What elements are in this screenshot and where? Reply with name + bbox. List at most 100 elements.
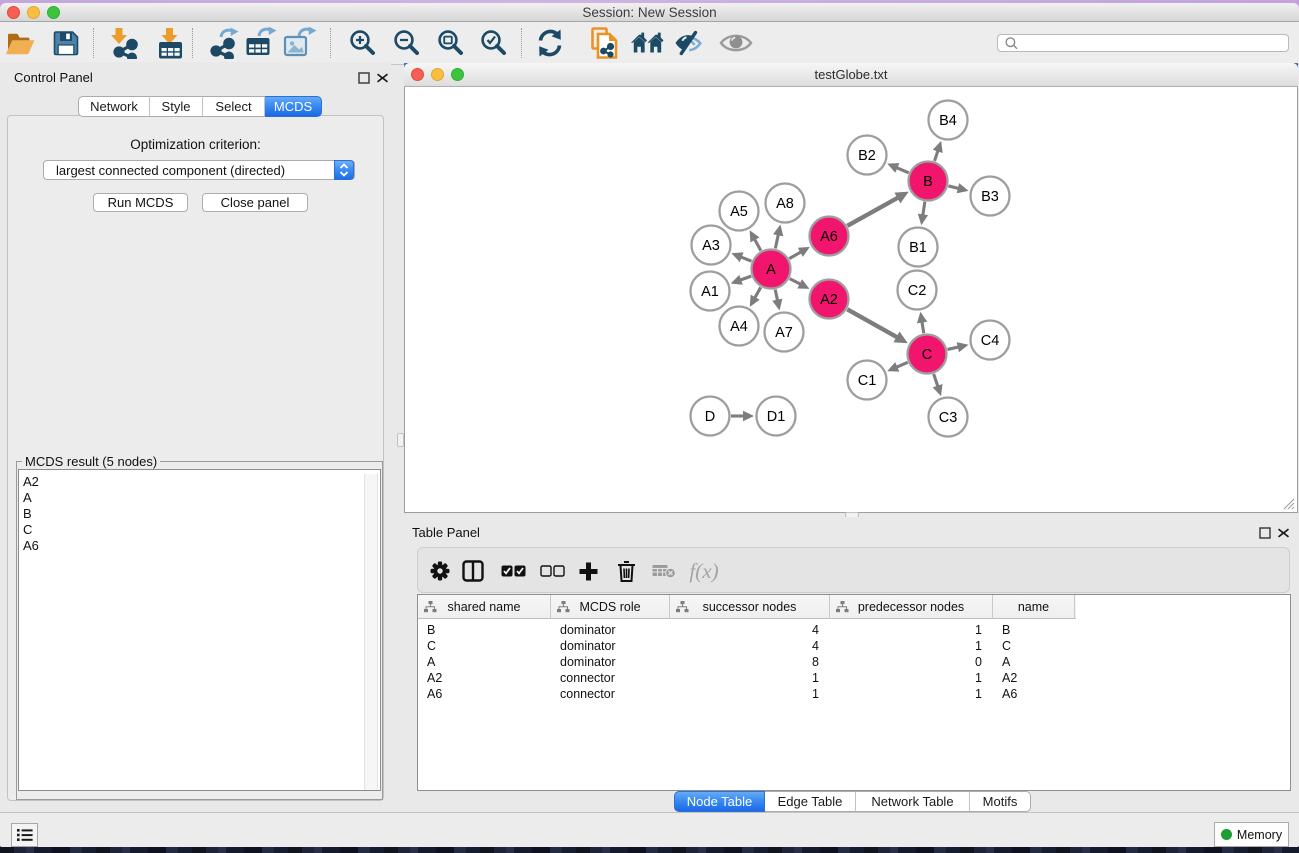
graph-edge-B-B3[interactable] — [948, 186, 958, 189]
mcds-result-item[interactable]: A6 — [20, 538, 366, 554]
refresh-icon[interactable] — [533, 27, 567, 59]
graph-edge-C-C2[interactable] — [922, 322, 924, 334]
graph-edge-A-A4[interactable] — [755, 287, 761, 298]
optimization-criterion-dropdown[interactable]: largest connected component (directed) — [43, 160, 355, 180]
zoom-fit-icon[interactable] — [433, 27, 467, 59]
memory-button[interactable]: Memory — [1214, 822, 1289, 847]
export-image-icon[interactable] — [283, 27, 317, 59]
float-panel-icon[interactable] — [358, 71, 371, 84]
graph-edge-C-C4[interactable] — [947, 347, 958, 350]
search-input[interactable] — [1019, 36, 1288, 50]
graph-edge-B-B2[interactable] — [896, 168, 908, 173]
graph-edge-B-B1[interactable] — [923, 202, 925, 216]
column-header-MCDS-role[interactable]: MCDS role — [551, 595, 670, 619]
save-session-icon[interactable] — [49, 27, 83, 59]
tab-style[interactable]: Style — [150, 96, 203, 117]
import-table-icon[interactable] — [153, 27, 187, 59]
run-mcds-button[interactable]: Run MCDS — [93, 193, 188, 212]
export-network-icon[interactable] — [207, 27, 241, 59]
graph-edge-A-A8[interactable] — [775, 234, 778, 248]
network-view-window: testGlobe.txt B4B2BB3A5A8A6B1A3AA1C2A2A4… — [404, 63, 1298, 513]
tab-node-table[interactable]: Node Table — [674, 791, 765, 812]
show-all-icon[interactable] — [719, 27, 753, 59]
zoom-out-icon[interactable] — [389, 27, 423, 59]
tab-network-table[interactable]: Network Table — [856, 791, 970, 812]
mcds-result-item[interactable]: A — [20, 490, 366, 506]
clone-network-icon[interactable] — [588, 27, 622, 59]
graph-edge-C-C3[interactable] — [934, 374, 938, 387]
mcds-result-item[interactable]: C — [20, 522, 366, 538]
graph-node-label: C — [922, 347, 932, 363]
table-float-panel-icon[interactable] — [1259, 526, 1272, 539]
export-table-icon[interactable] — [244, 27, 278, 59]
table-row[interactable]: Adominator80A — [418, 654, 1290, 670]
graph-edge-A-A3[interactable] — [741, 257, 752, 261]
table-close-panel-icon[interactable] — [1277, 526, 1290, 539]
graph-edge-A-A7[interactable] — [775, 290, 777, 301]
toolbar-separator — [330, 28, 331, 58]
table-cell: A — [418, 654, 551, 670]
tab-mcds[interactable]: MCDS — [265, 96, 322, 117]
mcds-result-item[interactable]: A2 — [20, 474, 366, 490]
table-split-columns-icon[interactable] — [456, 548, 490, 594]
graph-node-label: A — [766, 262, 776, 278]
tab-motifs[interactable]: Motifs — [970, 791, 1031, 812]
table-row[interactable]: A2connector11A2 — [418, 670, 1290, 686]
mcds-result-scrollbar[interactable] — [364, 474, 378, 790]
graph-node-label: A8 — [776, 196, 794, 212]
table-function-builder-icon[interactable]: f(x) — [684, 548, 724, 594]
status-list-button[interactable] — [11, 823, 38, 847]
close-panel-icon[interactable] — [376, 71, 389, 84]
zoom-in-icon[interactable] — [345, 27, 379, 59]
graph-edge-A2-C[interactable] — [847, 309, 897, 337]
table-deselect-all-icon[interactable] — [535, 548, 569, 594]
table-row[interactable]: Bdominator41B — [418, 622, 1290, 638]
graph-edge-C-C1[interactable] — [896, 362, 907, 367]
graph-edge-A-A5[interactable] — [754, 239, 760, 251]
memory-status-dot — [1221, 829, 1232, 840]
table-cell: 4 — [670, 622, 830, 638]
graph-node-label: A5 — [730, 204, 748, 220]
column-header-name[interactable]: name — [993, 595, 1075, 619]
resize-grip-icon[interactable] — [1283, 498, 1295, 510]
import-network-icon[interactable] — [107, 27, 141, 59]
graph-edge-arrowhead — [933, 384, 943, 396]
table-cell: dominator — [551, 638, 670, 654]
column-header-shared-name[interactable]: shared name — [418, 595, 551, 619]
mcds-result-item[interactable]: B — [20, 506, 366, 522]
tab-edge-table[interactable]: Edge Table — [765, 791, 856, 812]
graph-node-label: C1 — [858, 373, 877, 389]
graph-node-label: A1 — [701, 284, 719, 300]
graph-node-label: C3 — [939, 410, 958, 426]
graph-node-label: D — [705, 409, 715, 425]
table-cell: 0 — [830, 654, 993, 670]
graph-edge-A6-B[interactable] — [847, 198, 898, 226]
graph-edge-A-A1[interactable] — [740, 276, 751, 280]
table-row[interactable]: A6connector11A6 — [418, 686, 1290, 702]
column-header-successor-nodes[interactable]: successor nodes — [670, 595, 830, 619]
first-neighbors-icon[interactable] — [630, 27, 664, 59]
graph-node-label: A3 — [702, 238, 720, 254]
tab-select[interactable]: Select — [203, 96, 265, 117]
zoom-selected-icon[interactable] — [476, 27, 510, 59]
network-canvas[interactable]: B4B2BB3A5A8A6B1A3AA1C2A2A4A7C4CC1C3DD1 — [404, 87, 1298, 513]
table-delete-table-icon[interactable] — [647, 548, 681, 594]
table-cell: C — [418, 638, 551, 654]
table-settings-icon[interactable] — [423, 548, 457, 594]
table-add-column-icon[interactable] — [571, 548, 605, 594]
table-delete-column-icon[interactable] — [609, 548, 643, 594]
main-toolbar — [0, 22, 1299, 65]
graph-edge-B-B4[interactable] — [935, 150, 938, 161]
open-session-icon[interactable] — [4, 27, 38, 59]
column-header-predecessor-nodes[interactable]: predecessor nodes — [830, 595, 993, 619]
tab-network[interactable]: Network — [78, 96, 150, 117]
mcds-result-items: A2ABCA6 — [20, 474, 366, 554]
hide-selected-icon[interactable] — [673, 27, 707, 59]
table-select-all-icon[interactable] — [496, 548, 530, 594]
graph-node-label: A2 — [820, 292, 838, 308]
graph-edge-A-A2[interactable] — [790, 279, 801, 285]
vertical-splitter-handle[interactable] — [397, 433, 404, 447]
graph-edge-A-A6[interactable] — [789, 252, 801, 259]
close-panel-button[interactable]: Close panel — [202, 193, 308, 212]
table-row[interactable]: Cdominator41C — [418, 638, 1290, 654]
